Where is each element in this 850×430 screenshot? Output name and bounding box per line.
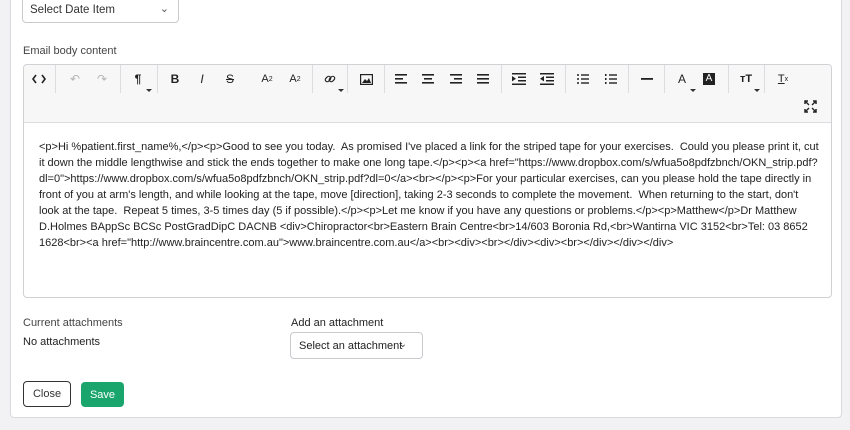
align-justify-icon[interactable] (472, 70, 494, 88)
email-body-editor[interactable]: ↶ ↷ ¶ B I S A2 A2 A A ᴛT T x <p>Hi %pati… (23, 64, 832, 298)
editor-toolbar: ↶ ↷ ¶ B I S A2 A2 A A ᴛT T x (24, 65, 831, 123)
strikethrough-icon[interactable]: S (219, 70, 241, 88)
outdent-icon[interactable] (536, 70, 558, 88)
align-center-icon[interactable] (417, 70, 439, 88)
font-color-icon[interactable]: A (671, 70, 696, 92)
current-attachments-label: Current attachments (23, 317, 123, 329)
align-left-icon[interactable] (390, 70, 412, 88)
code-view-icon[interactable] (28, 70, 50, 88)
font-size-icon[interactable]: ᴛT (735, 70, 760, 92)
add-attachment-label: Add an attachment (291, 317, 384, 329)
highlight-color-icon[interactable]: A (698, 70, 720, 88)
indent-icon[interactable] (508, 70, 530, 88)
chevron-down-icon: ⌄ (398, 339, 407, 350)
insert-image-icon[interactable] (355, 70, 377, 88)
no-attachments-text: No attachments (23, 336, 101, 348)
superscript-icon[interactable]: A2 (256, 70, 278, 88)
chevron-down-icon: ⌄ (159, 3, 169, 15)
attachment-select-value: Select an attachment (299, 339, 403, 352)
insert-link-icon[interactable] (319, 70, 344, 92)
subscript-icon[interactable]: A2 (284, 70, 306, 88)
bullet-list-icon[interactable] (572, 70, 594, 88)
fullscreen-icon[interactable] (804, 100, 818, 114)
numbered-list-icon[interactable] (600, 70, 622, 88)
horizontal-rule-icon[interactable] (636, 70, 658, 88)
paragraph-format-icon[interactable]: ¶ (127, 70, 152, 92)
attachment-select[interactable]: Select an attachment ⌄ (290, 332, 423, 359)
undo-icon[interactable]: ↶ (64, 70, 86, 88)
date-item-select-value: Select Date Item (30, 3, 116, 16)
email-body-label: Email body content (23, 45, 117, 57)
align-right-icon[interactable] (445, 70, 467, 88)
date-item-select[interactable]: Select Date Item ⌄ (22, 0, 179, 23)
close-button[interactable]: Close (23, 381, 71, 407)
redo-icon[interactable]: ↷ (91, 70, 113, 88)
clear-format-icon[interactable]: Tx (772, 70, 794, 88)
italic-icon[interactable]: I (191, 70, 213, 88)
bold-icon[interactable]: B (164, 70, 186, 88)
save-button[interactable]: Save (81, 382, 124, 407)
email-body-text[interactable]: <p>Hi %patient.first_name%,</p><p>Good t… (39, 139, 821, 251)
